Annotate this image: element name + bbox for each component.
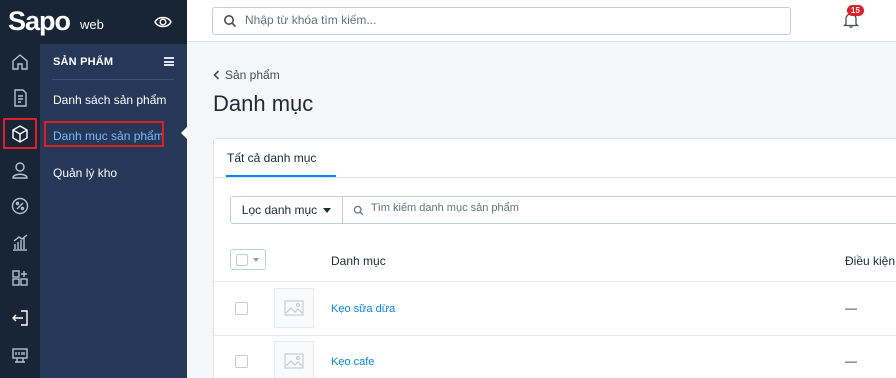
category-name-link[interactable]: Kẹo sữa dừa [331, 303, 395, 315]
customer-icon[interactable] [0, 152, 40, 188]
row-checkbox[interactable] [235, 355, 248, 368]
sidebar-item-product-list[interactable]: Danh sách sản phẩm [53, 93, 166, 107]
chevron-left-icon [213, 70, 220, 80]
active-item-highlight [44, 121, 164, 147]
apps-icon[interactable] [0, 260, 40, 296]
category-condition: — [845, 354, 857, 368]
image-placeholder-icon [284, 300, 304, 316]
discount-icon[interactable] [0, 188, 40, 224]
category-search-input[interactable] [371, 202, 771, 214]
breadcrumb-label[interactable]: Sản phẩm [225, 68, 280, 82]
notification-badge: 15 [847, 5, 864, 16]
exit-icon[interactable] [0, 300, 40, 336]
subnav-header: SẢN PHẨM [52, 54, 174, 80]
brand-logo[interactable]: Sapo web [0, 0, 187, 44]
breadcrumb[interactable]: Sản phẩm [213, 68, 280, 82]
category-thumbnail [274, 288, 314, 328]
tab-all-categories[interactable]: Tất cả danh mục [227, 151, 316, 165]
home-icon[interactable] [0, 44, 40, 80]
subnav-title: SẢN PHẨM [53, 56, 114, 68]
product-rail-highlight [3, 118, 37, 149]
filter-category-button[interactable]: Lọc danh mục [231, 197, 343, 223]
page-title: Danh mục [213, 91, 314, 116]
filter-button-label: Lọc danh mục [241, 203, 318, 217]
order-icon[interactable] [0, 80, 40, 116]
global-search[interactable] [212, 7, 791, 35]
column-header-category[interactable]: Danh mục [331, 254, 386, 268]
row-divider [214, 335, 896, 336]
caret-down-icon [323, 207, 332, 213]
top-bar: 15 [187, 0, 896, 42]
category-name-link[interactable]: Kẹo cafe [331, 356, 374, 368]
category-condition: — [845, 301, 857, 315]
logo-text: Sapo [8, 6, 71, 36]
pos-icon[interactable] [0, 338, 40, 374]
filter-bar: Lọc danh mục [230, 196, 896, 224]
search-icon [224, 15, 237, 28]
icon-rail [0, 0, 40, 378]
report-icon[interactable] [0, 224, 40, 260]
eye-icon[interactable] [153, 12, 173, 32]
search-input[interactable] [245, 13, 765, 27]
row-checkbox[interactable] [235, 302, 248, 315]
menu-icon[interactable] [164, 57, 174, 66]
category-card: Tất cả danh mục Lọc danh mục Danh mục Đi… [213, 138, 896, 378]
tab-divider [214, 177, 896, 178]
caret-down-icon[interactable] [253, 258, 259, 262]
active-caret [181, 127, 187, 139]
column-header-condition[interactable]: Điều kiện [845, 254, 895, 268]
checkbox[interactable] [236, 254, 248, 266]
row-divider [214, 281, 896, 282]
search-icon [353, 205, 364, 216]
image-placeholder-icon [284, 353, 304, 369]
bulk-select-checkbox[interactable] [230, 249, 266, 270]
category-thumbnail [274, 341, 314, 378]
sidebar-item-inventory[interactable]: Quản lý kho [53, 166, 117, 180]
logo-suffix: web [80, 17, 104, 32]
